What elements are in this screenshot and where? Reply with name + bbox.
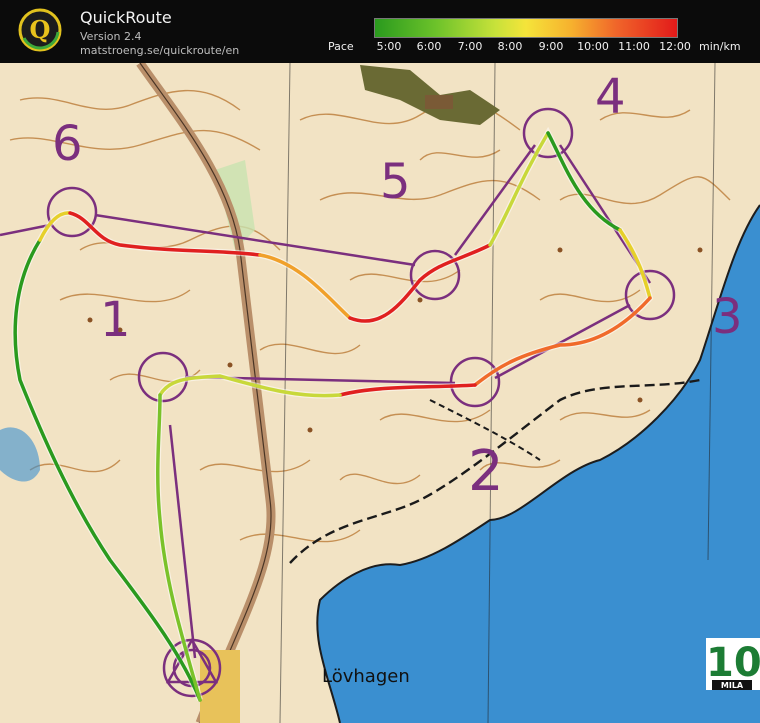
orienteering-map[interactable]: 1 2 3 4 5 6 Lövhagen 10 MILA: [0, 63, 760, 723]
pace-tick: 9:00: [538, 40, 564, 53]
control-number-3: 3: [712, 289, 743, 345]
control-number-5: 5: [380, 154, 411, 210]
control-number-2: 2: [468, 439, 504, 504]
app-version: Version 2.4: [80, 30, 142, 43]
control-number-1: 1: [100, 292, 131, 348]
app-url: matstroeng.se/quickroute/en: [80, 44, 240, 57]
pace-tick: 11:00: [618, 40, 650, 53]
badge-number: 10: [706, 640, 760, 686]
place-label: Lövhagen: [322, 666, 410, 687]
control-number-6: 6: [52, 116, 83, 172]
pace-unit: min/km: [699, 40, 741, 53]
mila-badge: 10 MILA: [706, 638, 760, 690]
app-header: Q QuickRoute Version 2.4 matstroeng.se/q…: [0, 0, 760, 63]
pace-tick: 6:00: [416, 40, 442, 53]
pace-tick: 12:00: [659, 40, 691, 53]
pace-label: Pace: [328, 40, 354, 53]
control-number-4: 4: [595, 69, 626, 125]
pace-gradient-bar: [374, 18, 678, 38]
pace-tick: 10:00: [577, 40, 609, 53]
app-title: QuickRoute: [80, 8, 172, 27]
badge-text: MILA: [721, 681, 744, 690]
pace-tick: 5:00: [376, 40, 402, 53]
pace-tick: 7:00: [457, 40, 483, 53]
pace-tick: 8:00: [497, 40, 523, 53]
quickroute-logo-icon: Q: [18, 8, 62, 52]
logo-letter: Q: [30, 15, 51, 44]
